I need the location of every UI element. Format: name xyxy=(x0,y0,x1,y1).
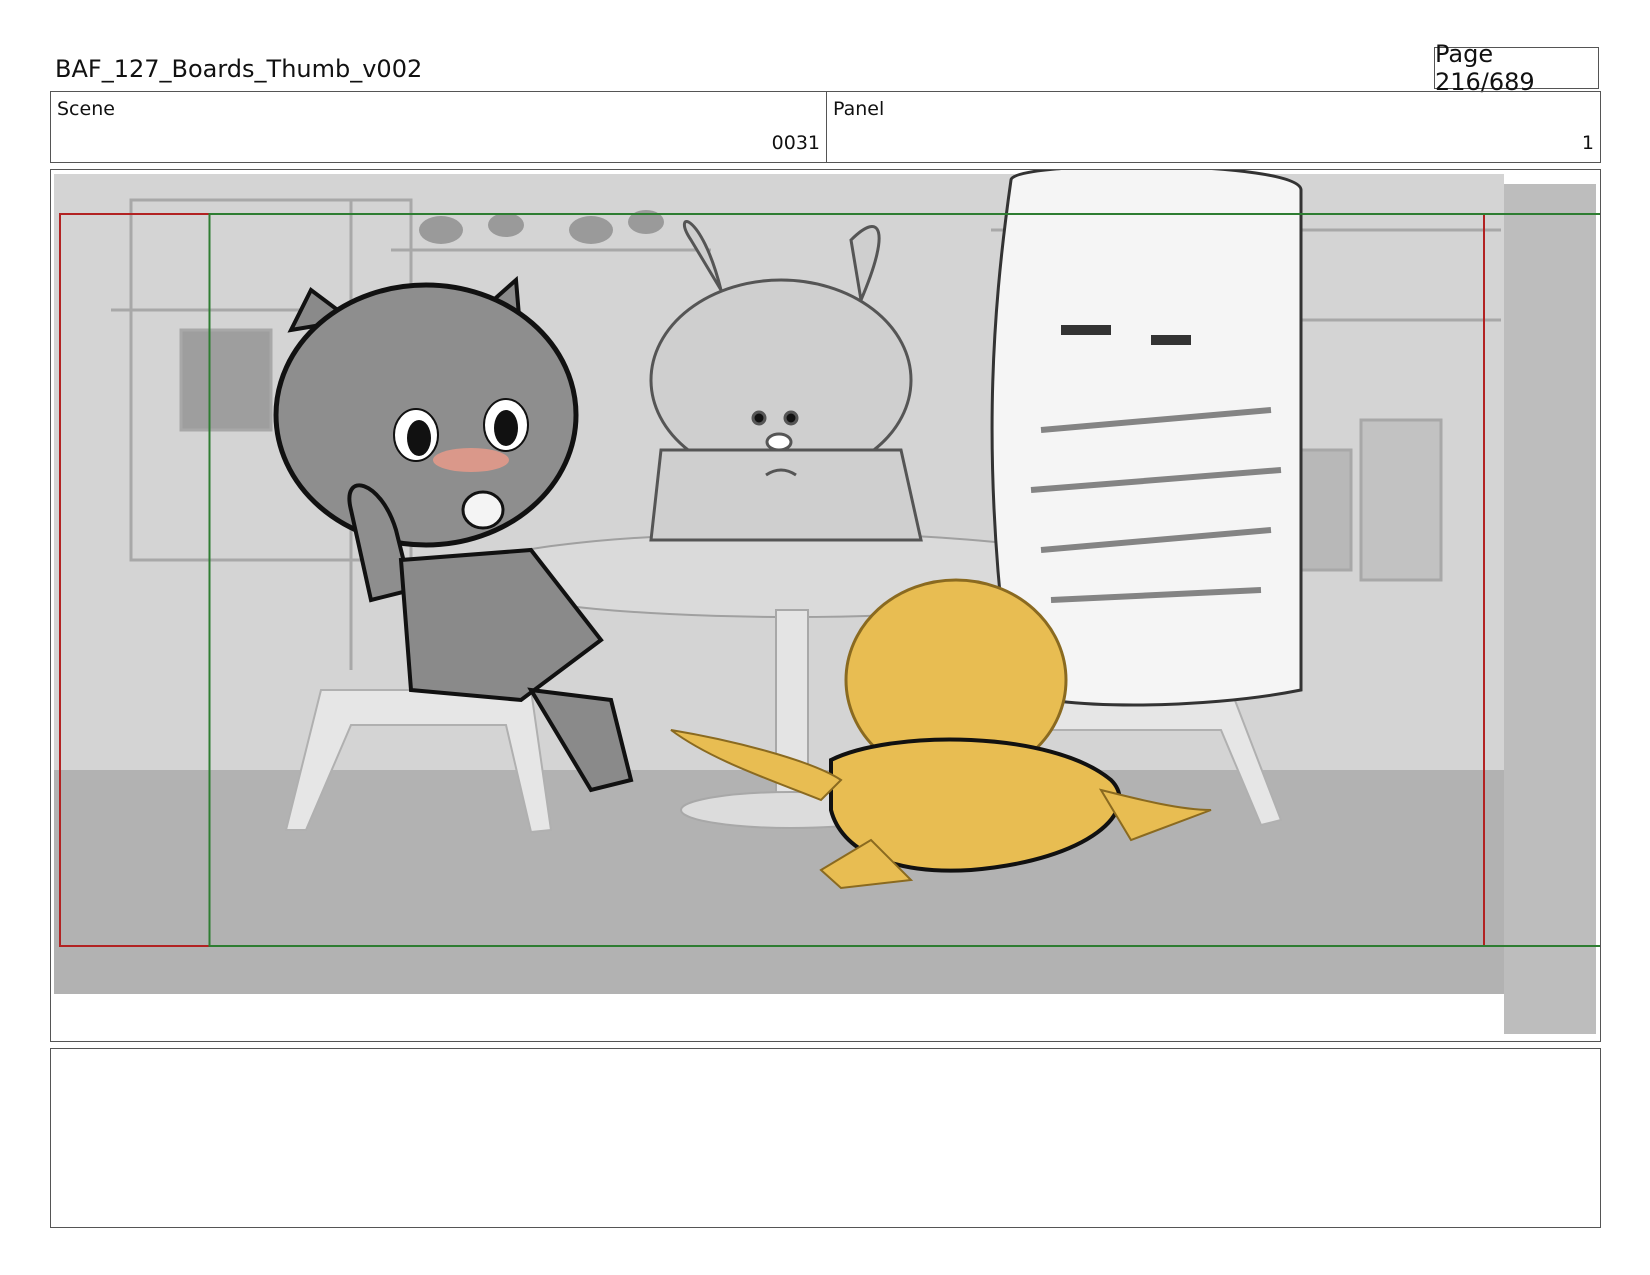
panel-label: Panel xyxy=(833,98,885,120)
storyboard-frame xyxy=(50,169,1601,1042)
panel-number: 1 xyxy=(1581,132,1594,154)
background-edge-panel xyxy=(1504,184,1596,1034)
page-number: Page 216/689 xyxy=(1434,40,1599,96)
document-title: BAF_127_Boards_Thumb_v002 xyxy=(55,55,423,83)
storyboard-drawing xyxy=(54,170,1600,1040)
scene-panel-info: Scene 0031 Panel 1 xyxy=(50,91,1601,163)
scene-label: Scene xyxy=(57,98,115,120)
notes-box xyxy=(50,1048,1601,1228)
panel-cell: Panel 1 xyxy=(827,92,1600,162)
scene-cell: Scene 0031 xyxy=(51,92,827,162)
scene-number: 0031 xyxy=(771,132,820,154)
